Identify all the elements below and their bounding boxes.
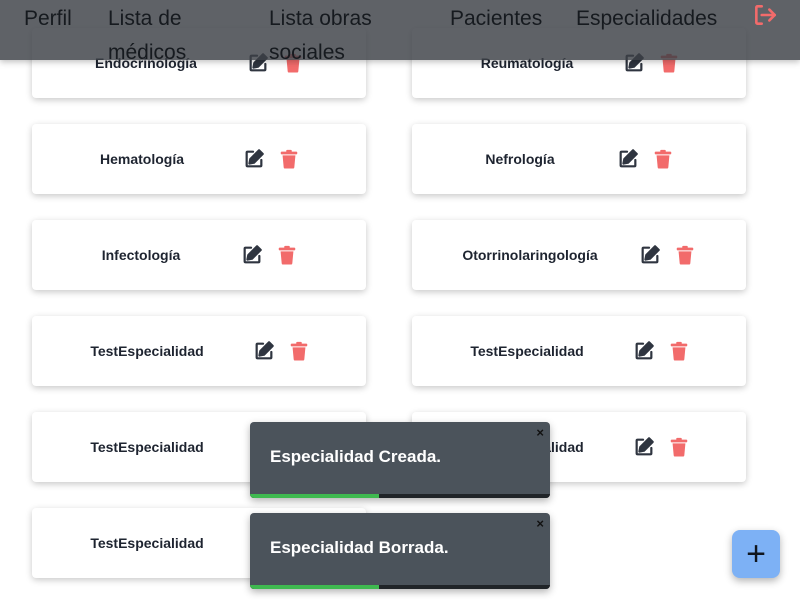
specialty-name: TestEspecialidad bbox=[90, 343, 204, 359]
top-navbar: Perfil Lista de médicos Lista obras soci… bbox=[0, 0, 800, 64]
toast-message: Especialidad Borrada. bbox=[270, 538, 449, 557]
specialty-name: TestEspecialidad bbox=[470, 343, 584, 359]
edit-icon[interactable] bbox=[242, 147, 266, 171]
toast-progress-bar bbox=[250, 585, 379, 589]
nav-especialidades[interactable]: Especialidades bbox=[576, 2, 717, 36]
edit-icon[interactable] bbox=[638, 243, 662, 267]
toast-progress-bar bbox=[250, 494, 379, 498]
trash-icon[interactable] bbox=[651, 147, 675, 171]
edit-icon[interactable] bbox=[616, 147, 640, 171]
toast-close-button[interactable]: × bbox=[536, 517, 544, 531]
edit-icon[interactable] bbox=[240, 243, 264, 267]
trash-icon[interactable] bbox=[667, 339, 691, 363]
trash-icon[interactable] bbox=[277, 147, 301, 171]
trash-icon[interactable] bbox=[275, 243, 299, 267]
toast-deleted: Especialidad Borrada. × bbox=[250, 513, 550, 589]
edit-icon[interactable] bbox=[252, 339, 276, 363]
specialty-name: Infectología bbox=[101, 247, 181, 263]
specialty-name: TestEspecialidad bbox=[90, 439, 204, 455]
toast-close-button[interactable]: × bbox=[536, 426, 544, 440]
trash-icon[interactable] bbox=[667, 435, 691, 459]
edit-icon[interactable] bbox=[632, 435, 656, 459]
toast-created: Especialidad Creada. × bbox=[250, 422, 550, 498]
edit-icon[interactable] bbox=[632, 339, 656, 363]
specialty-name: Nefrología bbox=[485, 151, 555, 167]
specialty-name: Otorrinolaringología bbox=[462, 247, 598, 263]
toast-progress-track bbox=[250, 585, 550, 589]
trash-icon[interactable] bbox=[287, 339, 311, 363]
specialty-card: Nefrología bbox=[412, 124, 746, 194]
specialty-card: Otorrinolaringología bbox=[412, 220, 746, 290]
nav-lista-medicos[interactable]: Lista de médicos bbox=[108, 2, 228, 70]
specialty-name: Hematología bbox=[99, 151, 184, 167]
toast-progress-track bbox=[250, 494, 550, 498]
specialty-name: TestEspecialidad bbox=[90, 535, 204, 551]
logout-icon[interactable] bbox=[752, 2, 778, 28]
add-specialty-button[interactable]: + bbox=[732, 530, 780, 578]
specialty-card: Hematología bbox=[32, 124, 366, 194]
nav-pacientes[interactable]: Pacientes bbox=[450, 2, 542, 36]
specialty-card: Infectología bbox=[32, 220, 366, 290]
nav-perfil[interactable]: Perfil bbox=[24, 2, 72, 36]
specialty-card: TestEspecialidad bbox=[32, 316, 366, 386]
trash-icon[interactable] bbox=[673, 243, 697, 267]
nav-lista-obras-sociales[interactable]: Lista obras sociales bbox=[269, 2, 409, 70]
toast-message: Especialidad Creada. bbox=[270, 447, 442, 466]
specialty-card: TestEspecialidad bbox=[412, 316, 746, 386]
